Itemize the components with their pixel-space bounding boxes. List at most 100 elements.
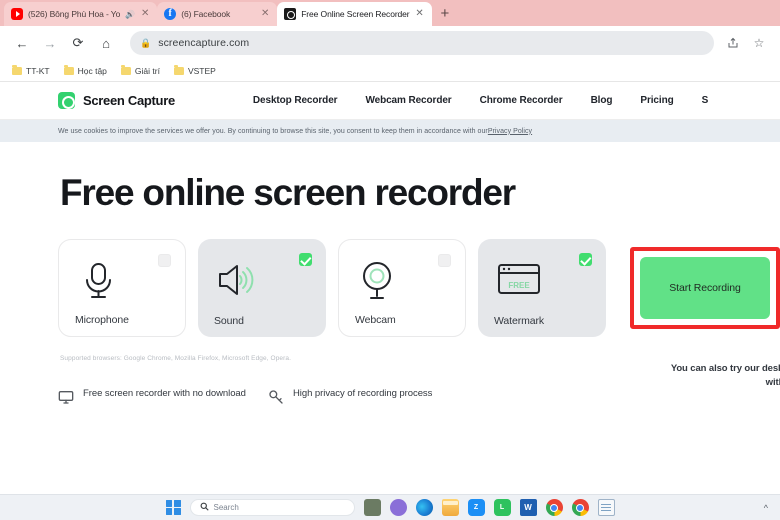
- browser-toolbar: ← → ⟳ ⌂ 🔒 screencapture.com ☆: [0, 26, 780, 60]
- browser-window: (526) Bông Phù Hoa - Yo 🔊 ✕ f (6) Facebo…: [0, 0, 780, 520]
- taskbar-overflow-caret-icon[interactable]: ^: [764, 503, 768, 513]
- bookmark-star-icon[interactable]: ☆: [748, 32, 770, 54]
- monitor-icon: [58, 389, 74, 405]
- taskbar-file-explorer-icon[interactable]: [441, 499, 459, 516]
- browser-tab-1[interactable]: (526) Bông Phù Hoa - Yo 🔊 ✕: [4, 2, 158, 26]
- bookmark-item[interactable]: TT-KT: [12, 64, 50, 76]
- taskbar-zalo-icon[interactable]: Z: [467, 499, 485, 516]
- taskbar-search-input[interactable]: Search: [189, 499, 355, 516]
- tab-strip: (526) Bông Phù Hoa - Yo 🔊 ✕ f (6) Facebo…: [0, 0, 780, 26]
- tab-mute-icon[interactable]: 🔊: [125, 10, 135, 19]
- screencapture-icon: [284, 8, 297, 20]
- url-text: screencapture.com: [158, 37, 250, 49]
- bookmark-item[interactable]: Học tập: [63, 64, 107, 76]
- feature-high-privacy: High privacy of recording process: [268, 388, 478, 405]
- folder-icon: [12, 64, 22, 75]
- browser-tab-3-active[interactable]: Free Online Screen Recorder ✕: [277, 2, 432, 26]
- promo-line-1: You can also try our deskto: [670, 363, 780, 374]
- option-card-microphone[interactable]: Microphone: [58, 239, 186, 337]
- feature-no-download: Free screen recorder with no download: [58, 388, 268, 405]
- new-tab-button[interactable]: +: [432, 2, 459, 26]
- main-navigation: Desktop Recorder Webcam Recorder Chrome …: [239, 95, 722, 106]
- bookmarks-bar: TT-KT Học tập Giải trí VSTEP: [0, 60, 780, 82]
- back-icon[interactable]: ←: [10, 31, 34, 55]
- option-label: Microphone: [75, 314, 129, 326]
- bookmark-item[interactable]: Giải trí: [120, 64, 160, 76]
- supported-browsers-note: Supported browsers: Google Chrome, Mozil…: [60, 355, 292, 362]
- share-icon[interactable]: [722, 32, 744, 54]
- tab-title: (6) Facebook: [181, 9, 231, 19]
- page-content: Screen Capture Desktop Recorder Webcam R…: [0, 82, 780, 494]
- screen-capture-logo-icon: [58, 92, 75, 109]
- cookie-consent-banner: We use cookies to improve the services w…: [0, 120, 780, 142]
- nav-webcam-recorder[interactable]: Webcam Recorder: [351, 95, 465, 106]
- start-recording-button[interactable]: Start Recording: [640, 257, 770, 319]
- option-label: Webcam: [355, 314, 396, 326]
- browser-tab-2[interactable]: f (6) Facebook ✕: [157, 2, 278, 26]
- youtube-icon: [11, 8, 23, 20]
- option-card-sound[interactable]: Sound: [198, 239, 326, 337]
- windows-taskbar: Search Z L W ^: [0, 494, 780, 520]
- brand-logo-group[interactable]: Screen Capture: [58, 92, 175, 109]
- svg-text:FREE: FREE: [508, 281, 530, 290]
- promo-line-2: with a: [765, 377, 780, 389]
- taskbar-copilot-icon[interactable]: [389, 499, 407, 516]
- search-placeholder: Search: [213, 503, 239, 512]
- taskbar-line-icon[interactable]: L: [493, 499, 511, 516]
- nav-blog[interactable]: Blog: [577, 95, 627, 106]
- watermark-checkbox[interactable]: [579, 253, 592, 266]
- microphone-checkbox[interactable]: [158, 254, 171, 267]
- tab-title: (526) Bông Phù Hoa - Yo: [28, 9, 121, 19]
- option-label: Sound: [214, 315, 244, 327]
- folder-icon: [63, 64, 74, 75]
- bookmark-item[interactable]: VSTEP: [173, 64, 216, 76]
- feature-list: Free screen recorder with no download Hi…: [0, 362, 780, 405]
- webcam-checkbox[interactable]: [438, 254, 451, 267]
- bookmark-label: TT-KT: [26, 65, 50, 76]
- nav-signin-truncated[interactable]: S: [688, 95, 723, 106]
- desktop-app-promo: You can also try our deskto with a: [622, 362, 780, 391]
- feature-text: High privacy of recording process: [293, 388, 433, 399]
- windows-start-icon[interactable]: [165, 500, 181, 515]
- bookmark-label: Giải trí: [134, 65, 160, 76]
- tab-close-button[interactable]: ✕: [260, 9, 270, 19]
- nav-desktop-recorder[interactable]: Desktop Recorder: [239, 95, 352, 106]
- microphone-icon: [77, 260, 121, 302]
- lock-icon: 🔒: [140, 37, 152, 48]
- reload-icon[interactable]: ⟳: [66, 31, 90, 55]
- bookmark-label: VSTEP: [187, 65, 216, 76]
- search-icon: [200, 502, 209, 513]
- option-label: Watermark: [494, 315, 545, 327]
- folder-icon: [120, 64, 131, 75]
- webcam-icon: [357, 260, 401, 302]
- taskbar-widget-icon[interactable]: [363, 499, 381, 516]
- taskbar-word-icon[interactable]: W: [519, 499, 537, 516]
- option-card-watermark[interactable]: FREE Watermark: [478, 239, 606, 337]
- facebook-icon: f: [164, 8, 177, 20]
- tab-close-button[interactable]: ✕: [415, 9, 425, 19]
- bookmark-label: Học tập: [77, 65, 107, 76]
- address-bar[interactable]: 🔒 screencapture.com: [130, 31, 714, 55]
- forward-icon[interactable]: →: [38, 31, 62, 55]
- recording-options: Microphone Sound Webcam FREE Watermark S…: [0, 211, 780, 337]
- sound-checkbox[interactable]: [299, 253, 312, 266]
- taskbar-chrome-icon[interactable]: [545, 499, 563, 516]
- speaker-icon: [216, 259, 260, 301]
- privacy-policy-link[interactable]: Privacy Policy: [488, 128, 532, 135]
- key-icon: [268, 389, 284, 405]
- watermark-window-icon: FREE: [496, 259, 540, 301]
- nav-chrome-recorder[interactable]: Chrome Recorder: [466, 95, 577, 106]
- nav-pricing[interactable]: Pricing: [626, 95, 687, 106]
- annotation-highlight-box: Start Recording: [630, 247, 780, 329]
- home-icon[interactable]: ⌂: [94, 31, 118, 55]
- cookie-text: We use cookies to improve the services w…: [58, 127, 488, 135]
- option-card-webcam[interactable]: Webcam: [338, 239, 466, 337]
- taskbar-chrome-2-icon[interactable]: [571, 499, 589, 516]
- tab-title: Free Online Screen Recorder: [301, 9, 410, 19]
- taskbar-edge-icon[interactable]: [415, 499, 433, 516]
- brand-name: Screen Capture: [83, 93, 175, 108]
- feature-text: Free screen recorder with no download: [83, 388, 246, 399]
- taskbar-notepad-icon[interactable]: [597, 499, 615, 516]
- folder-icon: [173, 64, 184, 75]
- tab-close-button[interactable]: ✕: [140, 9, 150, 19]
